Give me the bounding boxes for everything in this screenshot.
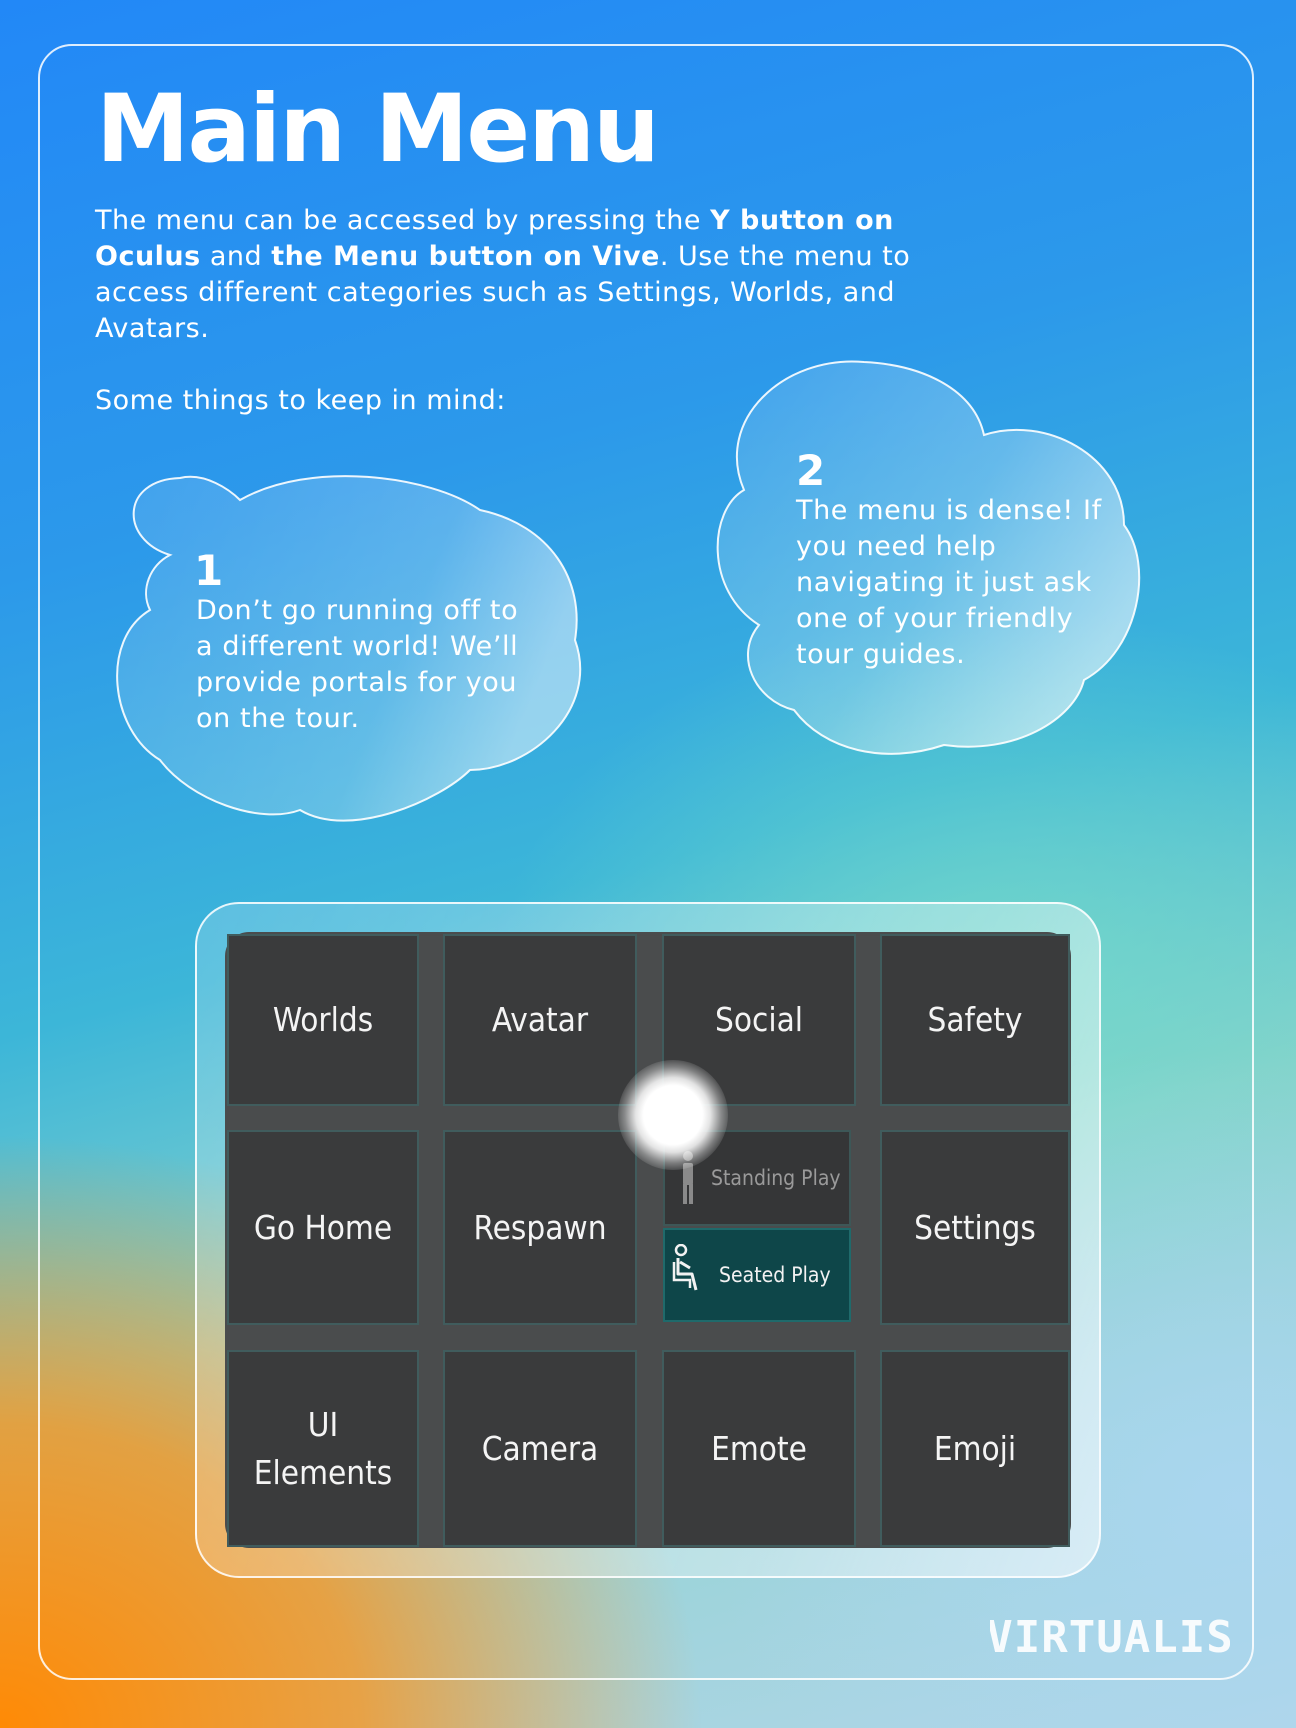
virtualis-logo: VIRTUALIS [990, 1612, 1230, 1660]
svg-text:VIRTUALIS: VIRTUALIS [990, 1612, 1230, 1660]
menu-tile-settings-label: Settings [914, 1207, 1036, 1247]
menu-tile-respawn[interactable]: Respawn [443, 1130, 637, 1325]
menu-tile-emoji[interactable]: Emoji [880, 1350, 1070, 1547]
menu-tile-avatar-label: Avatar [491, 1000, 589, 1039]
tip-1-number: 1 [194, 546, 224, 595]
keep-in-mind-text: Some things to keep in mind: [95, 385, 506, 416]
menu-tile-respawn-label: Respawn [473, 1207, 607, 1247]
intro-part-1: The menu can be accessed by pressing the [95, 205, 711, 236]
intro-part-2: and [200, 241, 272, 272]
menu-tile-camera-label: Camera [481, 1428, 599, 1468]
page-title: Main Menu [96, 75, 660, 184]
menu-tile-avatar[interactable]: Avatar [443, 934, 637, 1106]
tip-2-number: 2 [796, 446, 826, 495]
pointer-glow [618, 1060, 728, 1170]
menu-tile-ui-elements[interactable]: UI Elements [227, 1350, 419, 1547]
tip-cloud-2: 2 The menu is dense! If you need help na… [714, 360, 1144, 762]
tip-1-text: Don’t go running off to a different worl… [196, 595, 519, 734]
menu-tile-go-home[interactable]: Go Home [227, 1130, 419, 1325]
menu-tile-settings[interactable]: Settings [880, 1130, 1070, 1325]
seated-person-icon [672, 1244, 698, 1291]
intro-bold-vive: the Menu button on Vive [271, 241, 660, 272]
standing-play-label: Standing Play [711, 1166, 841, 1190]
seated-play-label: Seated Play [719, 1263, 831, 1287]
menu-tile-camera[interactable]: Camera [443, 1350, 637, 1547]
menu-tile-emote-label: Emote [711, 1428, 807, 1468]
menu-tile-go-home-label: Go Home [253, 1207, 393, 1247]
menu-tile-social-label: Social [714, 1000, 804, 1039]
tip-cloud-1: 1 Don’t go running off to a different wo… [110, 470, 590, 840]
tip-2-text: The menu is dense! If you need help navi… [796, 495, 1102, 670]
menu-tile-emoji-label: Emoji [933, 1428, 1017, 1468]
menu-tile-ui-label: UI [307, 1404, 339, 1444]
menu-tile-worlds[interactable]: Worlds [227, 934, 419, 1106]
menu-tile-worlds-label: Worlds [272, 1000, 374, 1039]
menu-tile-safety-label: Safety [927, 1000, 1023, 1039]
menu-tile-emote[interactable]: Emote [662, 1350, 856, 1547]
intro-text: The menu can be accessed by pressing the… [95, 203, 955, 347]
menu-tile-safety[interactable]: Safety [880, 934, 1070, 1106]
menu-tile-elements-label: Elements [253, 1452, 393, 1492]
